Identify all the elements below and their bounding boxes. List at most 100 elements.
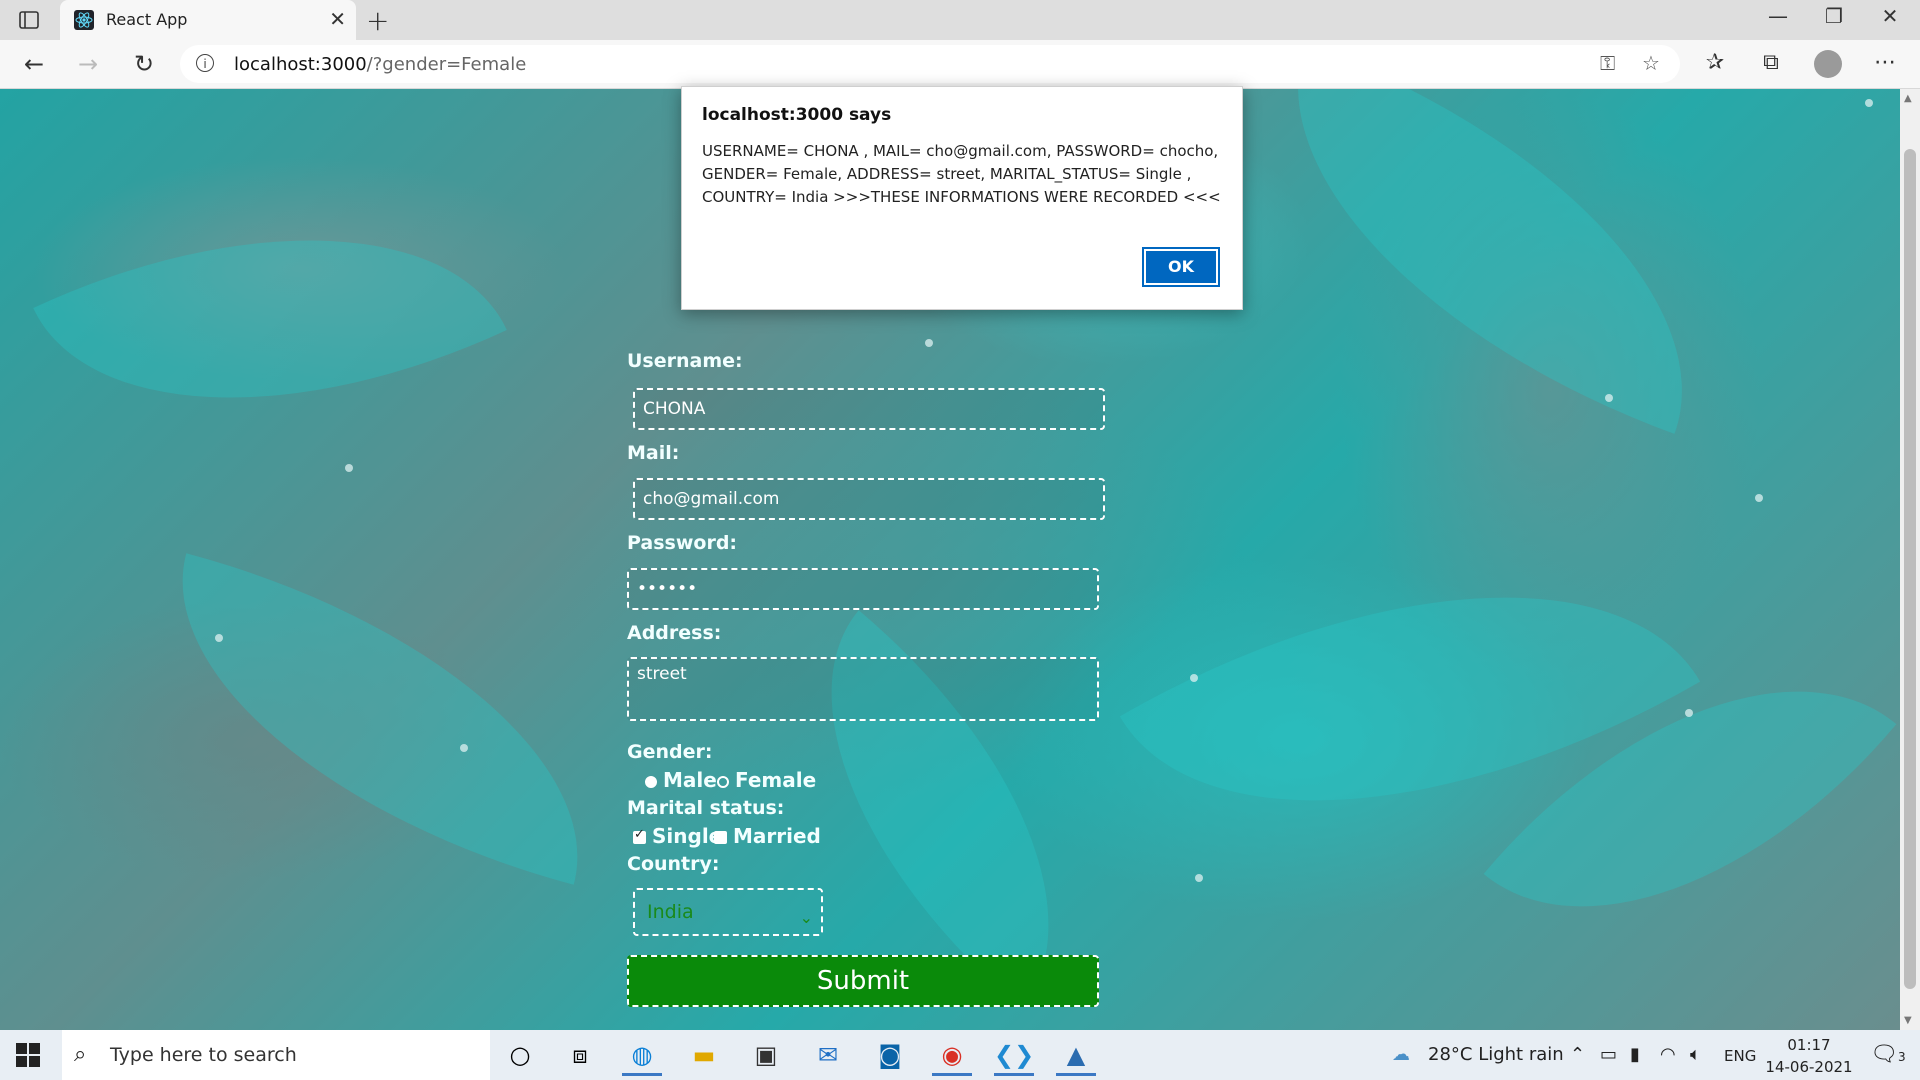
leaf-decoration — [33, 130, 507, 508]
browser-toolbar: ← → ↻ i localhost:3000/?gender=Female ⚿ … — [0, 40, 1920, 89]
favorites-icon[interactable]: ✰ — [1700, 50, 1730, 75]
new-tab-icon[interactable]: + — [366, 4, 389, 37]
page-scrollbar[interactable]: ▲ ▼ — [1900, 89, 1920, 1030]
submit-button[interactable]: Submit — [627, 955, 1099, 1007]
sparkle-dot — [1755, 494, 1763, 502]
taskbar-search-box[interactable]: ⌕ Type here to search — [62, 1030, 490, 1080]
dialog-message: USERNAME= CHONA , MAIL= cho@gmail.com, P… — [702, 142, 1221, 206]
female-radio[interactable] — [717, 775, 729, 788]
url-text: localhost:3000/?gender=Female — [234, 54, 526, 75]
chevron-down-icon: ⌄ — [799, 908, 813, 927]
male-radio[interactable] — [645, 775, 657, 788]
sparkle-dot — [1605, 394, 1613, 402]
taskbar-clock[interactable]: 01:17 14-06-2021 — [1764, 1034, 1854, 1078]
browser-tab[interactable]: React App ✕ — [60, 0, 356, 40]
task-view-icon[interactable]: ⧈ — [560, 1037, 600, 1073]
marital-status-label: Marital status: — [627, 797, 785, 819]
username-input[interactable]: CHONA — [633, 388, 1105, 430]
sparkle-dot — [925, 339, 933, 347]
weather-icon[interactable]: ☁ — [1392, 1044, 1410, 1065]
browser-tab-bar: React App ✕ + — ❐ ✕ — [0, 0, 1920, 40]
scroll-down-icon[interactable]: ▼ — [1904, 1015, 1912, 1026]
marital-option-single[interactable]: Single — [633, 824, 722, 848]
screen: React App ✕ + — ❐ ✕ ← → ↻ i localhost:30… — [0, 0, 1920, 1080]
profile-avatar[interactable] — [1814, 50, 1842, 78]
mail-label: Mail: — [627, 442, 680, 464]
country-select[interactable]: India ⌄ — [633, 888, 823, 936]
sparkle-dot — [1685, 709, 1693, 717]
cortana-icon[interactable]: ○ — [500, 1037, 540, 1073]
battery-icon[interactable]: ▮ — [1630, 1044, 1640, 1065]
sparkle-dot — [215, 634, 223, 642]
notification-count: 3 — [1897, 1050, 1906, 1064]
windows-start-icon[interactable] — [14, 1041, 42, 1069]
minimize-icon[interactable]: — — [1750, 4, 1806, 28]
clock-date: 14-06-2021 — [1765, 1058, 1853, 1076]
chrome-app-icon[interactable]: ◉ — [932, 1037, 972, 1076]
vscode-app-icon[interactable]: ❮❯ — [994, 1037, 1034, 1076]
gender-option-male[interactable]: Male — [645, 768, 717, 792]
search-placeholder: Type here to search — [110, 1044, 297, 1066]
address-label: Address: — [627, 622, 722, 644]
add-favorite-icon[interactable]: ☆ — [1642, 51, 1660, 75]
leaf-decoration — [129, 553, 631, 885]
dell-app-icon[interactable]: ◙ — [870, 1037, 910, 1073]
single-label: Single — [652, 824, 723, 848]
password-input[interactable]: •••••• — [627, 568, 1099, 610]
more-menu-icon[interactable]: ⋯ — [1870, 50, 1900, 75]
reload-icon[interactable]: ↻ — [126, 48, 162, 80]
search-icon: ⌕ — [74, 1042, 87, 1067]
collections-icon[interactable]: ⧉ — [1756, 50, 1786, 75]
wifi-icon[interactable]: ◠ — [1660, 1044, 1676, 1065]
country-value: India — [647, 901, 694, 923]
restore-icon[interactable]: ❐ — [1806, 4, 1862, 28]
store-icon[interactable]: ▣ — [746, 1037, 786, 1073]
scrollbar-thumb[interactable] — [1904, 149, 1916, 989]
forward-icon[interactable]: → — [70, 48, 106, 80]
country-label: Country: — [627, 853, 720, 875]
female-label: Female — [735, 768, 817, 792]
url-host: localhost:3000 — [234, 54, 367, 75]
scroll-up-icon[interactable]: ▲ — [1904, 93, 1912, 104]
address-bar[interactable]: i localhost:3000/?gender=Female ⚿ ☆ — [180, 45, 1680, 83]
edge-app-icon[interactable]: ◍ — [622, 1037, 662, 1076]
mail-input[interactable]: cho@gmail.com — [633, 478, 1105, 520]
password-label: Password: — [627, 532, 738, 554]
married-label: Married — [733, 824, 821, 848]
sparkle-dot — [1190, 674, 1198, 682]
photos-app-icon[interactable]: ▲ — [1056, 1037, 1096, 1076]
weather-text[interactable]: 28°C Light rain — [1428, 1044, 1564, 1065]
married-checkbox[interactable] — [714, 831, 727, 844]
close-tab-icon[interactable]: ✕ — [329, 7, 346, 31]
tray-chevron-up-icon[interactable]: ⌃ — [1570, 1044, 1585, 1065]
single-checkbox[interactable] — [633, 827, 646, 844]
volume-icon[interactable]: 🔈︎ — [1690, 1044, 1701, 1065]
tab-title: React App — [106, 10, 188, 29]
windows-taskbar: ⌕ Type here to search ○ ⧈ ◍ ▬ ▣ ✉ ◙ ◉ ❮❯… — [0, 1030, 1920, 1080]
sparkle-dot — [1865, 99, 1873, 107]
username-label: Username: — [627, 350, 743, 372]
tab-actions-icon[interactable] — [18, 9, 40, 31]
file-explorer-icon[interactable]: ▬ — [684, 1037, 724, 1073]
sparkle-dot — [1195, 874, 1203, 882]
notifications-icon[interactable]: 🗨︎3 — [1870, 1042, 1906, 1067]
sparkle-dot — [345, 464, 353, 472]
alert-dialog: localhost:3000 says USERNAME= CHONA , MA… — [681, 86, 1243, 310]
gender-label: Gender: — [627, 741, 713, 763]
ok-button[interactable]: OK — [1142, 247, 1220, 287]
react-favicon-icon — [74, 10, 94, 30]
url-path: /?gender=Female — [366, 54, 527, 75]
back-icon[interactable]: ← — [16, 48, 52, 80]
site-info-icon[interactable]: i — [196, 54, 214, 72]
sparkle-dot — [460, 744, 468, 752]
address-textarea[interactable]: street — [627, 657, 1099, 721]
key-icon[interactable]: ⚿ — [1600, 51, 1615, 75]
close-window-icon[interactable]: ✕ — [1862, 4, 1918, 28]
marital-option-married[interactable]: Married — [714, 824, 821, 848]
male-label: Male — [663, 768, 717, 792]
leaf-decoration — [1223, 89, 1757, 434]
mail-app-icon[interactable]: ✉ — [808, 1037, 848, 1073]
gender-option-female[interactable]: Female — [717, 768, 816, 792]
language-indicator[interactable]: ENG — [1724, 1047, 1756, 1065]
meet-now-icon[interactable]: ▭ — [1600, 1044, 1617, 1065]
